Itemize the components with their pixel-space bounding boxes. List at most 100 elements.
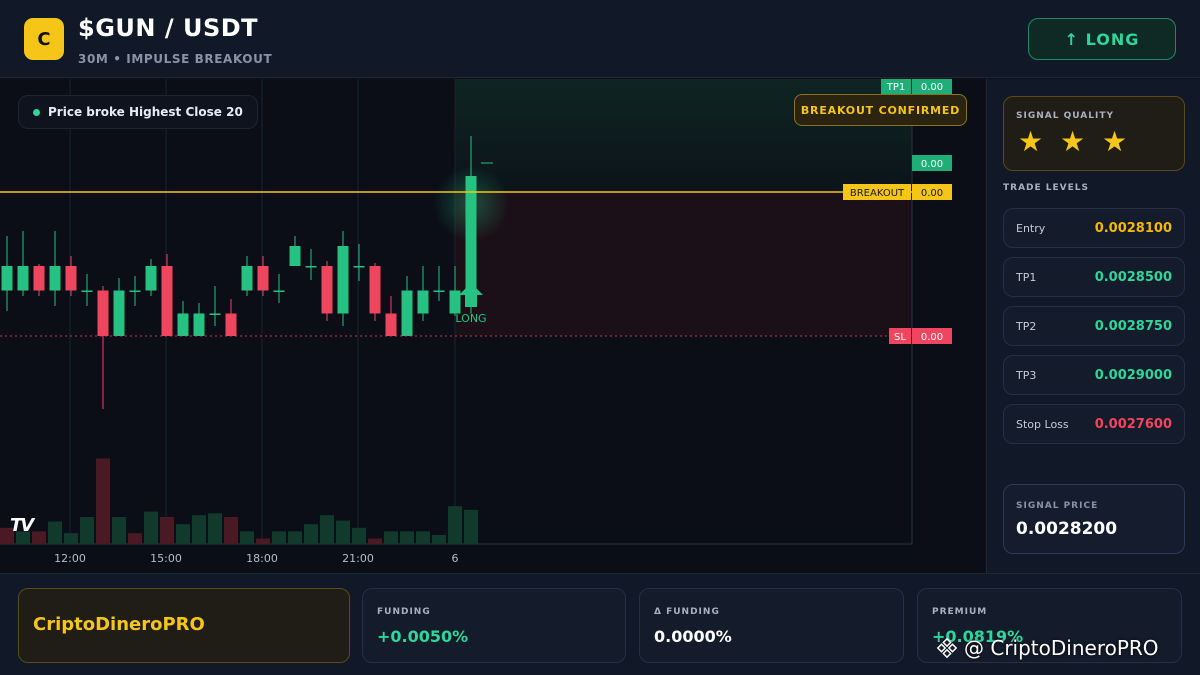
long-signal-label: LONG [455,312,486,325]
coin-logo: C [24,18,64,60]
delta-funding-value: 0.0000% [654,627,732,646]
candle-body[interactable] [449,290,461,314]
candle-body[interactable] [113,290,125,337]
volume-bar [208,513,222,544]
volume-bar [400,531,414,544]
volume-bar [160,517,174,544]
candle-body[interactable] [369,266,381,314]
volume-bar [384,531,398,544]
time-axis-label: 12:00 [54,552,86,565]
price-tag-value: 0.00 [921,82,943,93]
signal-quality-card: SIGNAL QUALITY ★ ★ ★ [1003,96,1185,171]
volume-bar [144,511,158,544]
level-tp3: TP3 0.0029000 [1003,355,1185,395]
candle-body[interactable] [129,290,141,293]
volume-bar [288,531,302,544]
candle-body[interactable] [257,266,269,291]
volume-bar [80,517,94,544]
time-axis-label: 15:00 [150,552,182,565]
breakout-confirmed-badge: BREAKOUT CONFIRMED [794,94,967,126]
volume-bar [32,531,46,544]
brand-card: CriptoDineroPRO [18,588,350,663]
level-tp2: TP2 0.0028750 [1003,306,1185,346]
candle-body[interactable] [17,266,29,291]
signal-glow [433,166,509,242]
status-dot-icon [33,108,40,116]
volume-bar [352,527,366,544]
level-value: 0.0028750 [1094,319,1172,334]
signal-price-value: 0.0028200 [1016,519,1118,539]
price-chart[interactable]: LONG TP1 0.00 0.00 BREAKOUT 0.00 SL 0.00 12:00… [0,79,985,573]
level-value: 0.0028100 [1094,221,1172,236]
signal-price-label: SIGNAL PRICE [1016,501,1099,511]
trade-levels-title: TRADE LEVELS [1003,183,1089,193]
tradingview-logo[interactable]: TV [10,515,34,536]
tradingview-logo-text: TV [10,515,34,536]
volume-bar [96,458,110,544]
brand-name: CriptoDineroPRO [33,614,205,635]
binance-icon [936,637,958,659]
funding-label: FUNDING [377,607,431,617]
signal-quality-label: SIGNAL QUALITY [1016,111,1114,121]
level-label: TP2 [1016,320,1037,333]
volume-bar [128,533,142,544]
candle-body[interactable] [81,290,93,293]
level-label: TP1 [1016,271,1037,284]
premium-label: PREMIUM [932,607,988,617]
price-tag-label: SL [894,332,906,343]
volume-bar [336,520,350,544]
level-value: 0.0028500 [1094,270,1172,285]
candle-body[interactable] [49,266,61,291]
volume-bar [320,515,334,544]
pair-subtitle: 30M • IMPULSE BREAKOUT [78,52,273,66]
price-tag-label: BREAKOUT [850,188,905,199]
candle-body[interactable] [417,290,429,314]
candle-body[interactable] [289,246,301,266]
candle-body[interactable] [33,266,45,291]
candle-body[interactable] [321,266,333,314]
level-stop-loss: Stop Loss 0.0027600 [1003,404,1185,444]
volume-bar [64,533,78,544]
candle-body[interactable] [97,290,109,337]
volume-bar [368,538,382,544]
candle-body[interactable] [401,290,413,337]
volume-bar [176,524,190,544]
time-axis-label: 18:00 [246,552,278,565]
candle-body[interactable] [1,266,13,291]
level-label: Entry [1016,222,1046,235]
price-tag-label: TP1 [886,82,906,93]
delta-funding-label: Δ FUNDING [654,607,720,617]
candle-body[interactable] [65,266,77,291]
volume-bar [240,531,254,544]
candle-body[interactable] [241,266,253,291]
level-label: Stop Loss [1016,418,1069,431]
candle-body[interactable] [337,246,349,314]
breakout-info-text: Price broke Highest Close 20 [48,105,243,119]
funding-card: FUNDING +0.0050% [362,588,626,663]
volume-bar [416,531,430,544]
long-button[interactable]: ↑ LONG [1028,18,1176,60]
candle-body[interactable] [353,266,365,268]
watermark-text: @ CriptoDineroPRO [964,636,1159,660]
candle-body[interactable] [385,313,397,337]
candle-body[interactable] [161,266,173,336]
signal-panel: SIGNAL QUALITY ★ ★ ★ TRADE LEVELS Entry … [986,79,1200,573]
level-label: TP3 [1016,369,1037,382]
candle-body[interactable] [193,313,205,337]
price-tag-value: 0.00 [921,188,943,199]
volume-bar [432,535,446,544]
time-axis-label: 6 [452,552,459,565]
chart-canvas: LONG TP1 0.00 0.00 BREAKOUT 0.00 SL 0.00 12:00… [0,79,952,565]
volume-bar [192,515,206,544]
volume-bar [304,524,318,544]
breakout-info-pill: Price broke Highest Close 20 [18,95,258,129]
candle-body[interactable] [225,313,237,337]
candle-body[interactable] [145,266,157,291]
candle-body[interactable] [177,313,189,337]
candle-body[interactable] [433,290,445,293]
candle-body[interactable] [209,313,221,316]
delta-funding-card: Δ FUNDING 0.0000% [639,588,904,663]
signal-price-card: SIGNAL PRICE 0.0028200 [1003,484,1185,554]
candle-body[interactable] [273,290,285,293]
candle-body[interactable] [305,266,317,268]
